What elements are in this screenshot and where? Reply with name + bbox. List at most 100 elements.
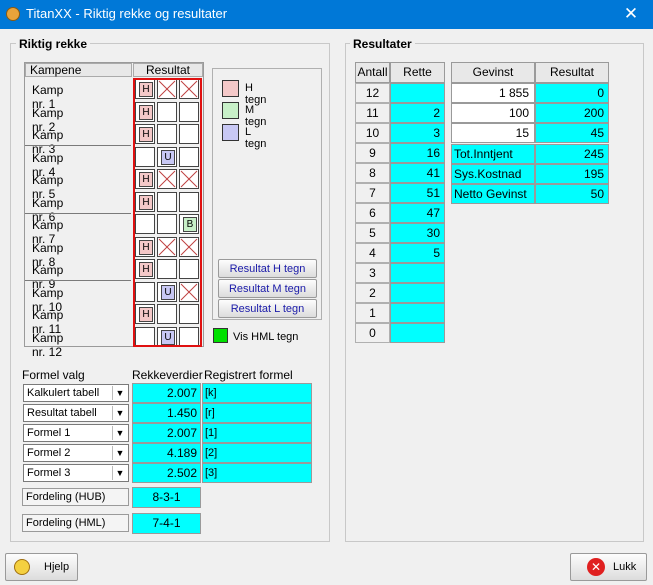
fordeling-value: 8-3-1 — [132, 487, 201, 508]
formula-select-value: Formel 2 — [27, 447, 71, 459]
close-icon: ✕ — [587, 558, 605, 576]
close-label: Lukk — [613, 561, 637, 573]
resultat-h-button[interactable]: Resultat H tegn — [218, 259, 317, 278]
title-bar: TitanXX - Riktig rekke og resultater ✕ — [0, 0, 653, 29]
chevron-down-icon: ▼ — [112, 466, 127, 480]
gevinst-input[interactable]: 1 855 — [451, 83, 535, 103]
summary-label: Sys.Kostnad — [451, 164, 535, 184]
rekkeverdi-value: 2.007 — [132, 383, 201, 403]
formula-select[interactable]: Resultat tabell ▼ — [23, 404, 129, 422]
rette-cell: 3 — [390, 123, 445, 143]
vis-hml-label: Vis HML tegn — [233, 331, 299, 343]
summary-value: 50 — [535, 184, 609, 204]
resultater-title: Resultater — [350, 37, 415, 51]
vis-hml-checkbox[interactable] — [213, 328, 228, 343]
summary-value: 195 — [535, 164, 609, 184]
legend-swatch — [222, 80, 239, 97]
summary-value: 245 — [535, 144, 609, 164]
summary-label: Netto Gevinst — [451, 184, 535, 204]
resultat-l-button[interactable]: Resultat L tegn — [218, 299, 317, 318]
legend-label: L tegn — [245, 126, 267, 150]
rekkeverdi-value: 2.502 — [132, 463, 201, 483]
app-icon — [6, 7, 20, 21]
antall-cell: 9 — [355, 143, 390, 163]
rekkeverdi-value: 4.189 — [132, 443, 201, 463]
rette-cell — [390, 83, 445, 103]
formula-select-value: Resultat tabell — [27, 407, 97, 419]
group-divider — [25, 212, 131, 214]
registrert-formel-header: Registrert formel — [204, 368, 293, 382]
rette-cell: 5 — [390, 243, 445, 263]
antall-cell: 10 — [355, 123, 390, 143]
registrert-formel-value: [2] — [202, 443, 312, 463]
formel-valg-header: Formel valg — [22, 368, 85, 382]
rette-cell — [390, 283, 445, 303]
antall-cell: 11 — [355, 103, 390, 123]
fordeling-label: Fordeling (HUB) — [22, 488, 129, 506]
legend-label: M tegn — [245, 104, 267, 128]
gevinst-resultat: 0 — [535, 83, 609, 103]
fordeling-value: 7-4-1 — [132, 513, 201, 534]
antall-cell: 12 — [355, 83, 390, 103]
fordeling-label: Fordeling (HML) — [22, 514, 129, 532]
help-label: Hjelp — [44, 561, 70, 573]
antall-cell: 3 — [355, 263, 390, 283]
rette-header: Rette — [390, 62, 445, 83]
rekkeverdier-header: Rekkeverdier — [132, 368, 203, 382]
gevinst-input[interactable]: 100 — [451, 103, 535, 123]
close-button[interactable]: ✕ Lukk — [570, 553, 647, 581]
rette-cell — [390, 303, 445, 323]
chevron-down-icon: ▼ — [112, 426, 127, 440]
antall-cell: 5 — [355, 223, 390, 243]
rette-cell: 51 — [390, 183, 445, 203]
riktig-rekke-title: Riktig rekke — [16, 37, 91, 51]
rette-cell: 47 — [390, 203, 445, 223]
legend-label: H tegn — [245, 82, 267, 106]
resultat-header: Resultat — [133, 63, 203, 77]
close-window-icon[interactable]: ✕ — [621, 4, 641, 24]
rette-cell: 41 — [390, 163, 445, 183]
antall-cell: 0 — [355, 323, 390, 343]
rette-cell — [390, 323, 445, 343]
antall-cell: 7 — [355, 183, 390, 203]
registrert-formel-value: [1] — [202, 423, 312, 443]
gevinst-header: Gevinst — [451, 62, 535, 83]
resultat-col-header: Resultat — [535, 62, 609, 83]
result-frame — [133, 78, 202, 347]
antall-cell: 4 — [355, 243, 390, 263]
match-label: Kamp nr. 12 — [32, 330, 64, 359]
formula-select[interactable]: Formel 1 ▼ — [23, 424, 129, 442]
rette-cell: 16 — [390, 143, 445, 163]
formula-select-value: Formel 1 — [27, 427, 71, 439]
formula-select[interactable]: Formel 2 ▼ — [23, 444, 129, 462]
formula-select[interactable]: Formel 3 ▼ — [23, 464, 129, 482]
formula-select-value: Formel 3 — [27, 467, 71, 479]
gevinst-input[interactable]: 15 — [451, 123, 535, 143]
registrert-formel-value: [r] — [202, 403, 312, 423]
rette-cell — [390, 263, 445, 283]
antall-cell: 1 — [355, 303, 390, 323]
gevinst-resultat: 45 — [535, 123, 609, 143]
rekkeverdi-value: 1.450 — [132, 403, 201, 423]
chevron-down-icon: ▼ — [112, 406, 127, 420]
window-title: TitanXX - Riktig rekke og resultater — [26, 6, 228, 21]
chevron-down-icon: ▼ — [112, 446, 127, 460]
rekkeverdi-value: 2.007 — [132, 423, 201, 443]
registrert-formel-value: [3] — [202, 463, 312, 483]
legend-swatch — [222, 124, 239, 141]
resultat-m-button[interactable]: Resultat M tegn — [218, 279, 317, 298]
help-button[interactable]: Hjelp — [5, 553, 78, 581]
formula-select-value: Kalkulert tabell — [27, 387, 100, 399]
gevinst-resultat: 200 — [535, 103, 609, 123]
help-icon — [14, 559, 30, 575]
group-divider — [25, 145, 131, 146]
summary-label: Tot.Inntjent — [451, 144, 535, 164]
chevron-down-icon: ▼ — [112, 386, 127, 400]
formula-select[interactable]: Kalkulert tabell ▼ — [23, 384, 129, 402]
antall-cell: 6 — [355, 203, 390, 223]
antall-cell: 2 — [355, 283, 390, 303]
kampene-header: Kampene — [25, 63, 132, 77]
registrert-formel-value: [k] — [202, 383, 312, 403]
rette-cell: 30 — [390, 223, 445, 243]
rette-cell: 2 — [390, 103, 445, 123]
